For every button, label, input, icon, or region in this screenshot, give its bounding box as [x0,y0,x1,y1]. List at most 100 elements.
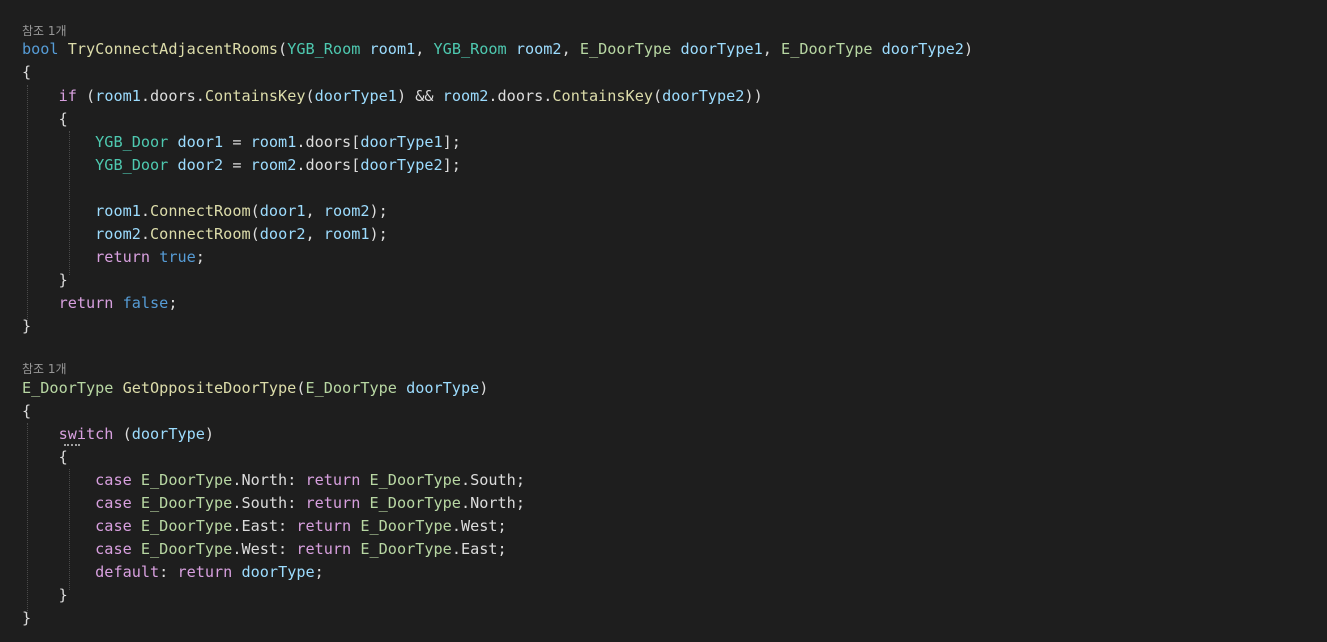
code-token: room1 [369,40,416,58]
code-token: room2 [95,225,141,243]
code-token: .West; [451,517,507,535]
code-line[interactable]: } [22,607,31,630]
code-token: case [95,494,132,512]
code-token: if [58,87,77,105]
code-token: { [22,448,68,466]
code-line[interactable]: YGB_Door door2 = room2.doors[doorType2]; [22,154,461,177]
code-token: ) [204,425,215,443]
code-token: return [296,517,352,535]
code-line[interactable]: } [22,269,68,292]
code-token: YGB_Room [433,40,507,58]
code-token: ); [369,202,388,220]
code-token: E_DoorType [369,471,461,489]
code-token: true [159,248,196,266]
code-token: E_DoorType [22,379,114,397]
code-token: switch [58,425,114,443]
code-token: ( [76,87,96,105]
code-token: E_DoorType [140,540,233,558]
code-line[interactable]: E_DoorType GetOppositeDoorType(E_DoorTyp… [22,377,488,400]
code-token: .doors. [140,87,205,105]
code-token: return [305,471,361,489]
code-token: ; [168,294,178,312]
code-token: { [22,402,32,420]
code-editor[interactable]: 참조 1개 참조 1개 bool TryConnectAdjacentRooms… [0,0,1327,642]
code-line[interactable]: return true; [22,246,205,269]
code-token: { [22,63,32,81]
code-token: room2 [323,202,370,220]
code-token: door2 [177,156,224,174]
code-line[interactable]: case E_DoorType.South: return E_DoorType… [22,492,525,515]
code-token: ( [250,202,260,220]
code-token: doorType2 [662,87,745,105]
code-token: E_DoorType [360,517,452,535]
code-token: )) [744,87,763,105]
code-line[interactable]: room2.ConnectRoom(door2, room1); [22,223,388,246]
code-line[interactable]: { [22,446,68,469]
code-line[interactable]: room1.ConnectRoom(door1, room2); [22,200,388,223]
code-line[interactable]: if (room1.doors.ContainsKey(doorType1) &… [22,85,763,108]
code-token: case [95,540,132,558]
code-token: doorType [406,379,480,397]
code-token: E_DoorType [579,40,672,58]
codelens-references[interactable]: 참조 1개 [22,360,67,378]
code-token: E_DoorType [140,494,233,512]
code-line[interactable]: } [22,584,68,607]
code-token: door1 [259,202,306,220]
code-line[interactable]: { [22,108,68,131]
code-token: return [95,248,151,266]
code-token: doorType [131,425,205,443]
code-token: ( [653,87,663,105]
suggestion-dots[interactable] [64,442,80,446]
code-token: GetOppositeDoorType [122,379,297,397]
code-line[interactable]: return false; [22,292,178,315]
code-token: return [305,494,361,512]
code-token: .West: [232,540,297,558]
code-line[interactable]: case E_DoorType.North: return E_DoorType… [22,469,525,492]
code-token: room2 [442,87,489,105]
code-line[interactable]: case E_DoorType.East: return E_DoorType.… [22,515,507,538]
code-line[interactable]: bool TryConnectAdjacentRooms(YGB_Room ro… [22,38,973,61]
code-token: } [22,271,68,289]
code-line[interactable]: YGB_Door door1 = room1.doors[doorType1]; [22,131,461,154]
code-token: room1 [95,87,141,105]
code-token: . [140,225,151,243]
code-token: , [415,40,434,58]
code-line[interactable]: case E_DoorType.West: return E_DoorType.… [22,538,507,561]
code-token: room2 [515,40,562,58]
code-token: ) [479,379,489,397]
code-token: E_DoorType [369,494,461,512]
code-token: ConnectRoom [150,202,251,220]
code-line[interactable]: { [22,400,31,423]
code-line[interactable]: } [22,315,31,338]
code-token: } [22,317,32,335]
code-line[interactable]: default: return doorType; [22,561,324,584]
code-line[interactable]: { [22,61,31,84]
code-token: YGB_Room [287,40,361,58]
code-line[interactable]: switch (doorType) [22,423,214,446]
code-token: E_DoorType [140,517,233,535]
code-token: ); [369,225,388,243]
code-token: .doors[ [296,156,361,174]
code-token: .South; [460,471,525,489]
code-token: } [22,586,68,604]
code-token: ContainsKey [204,87,306,105]
code-token: .doors. [488,87,553,105]
code-token: ]; [442,156,461,174]
code-token: doorType2 [881,40,964,58]
